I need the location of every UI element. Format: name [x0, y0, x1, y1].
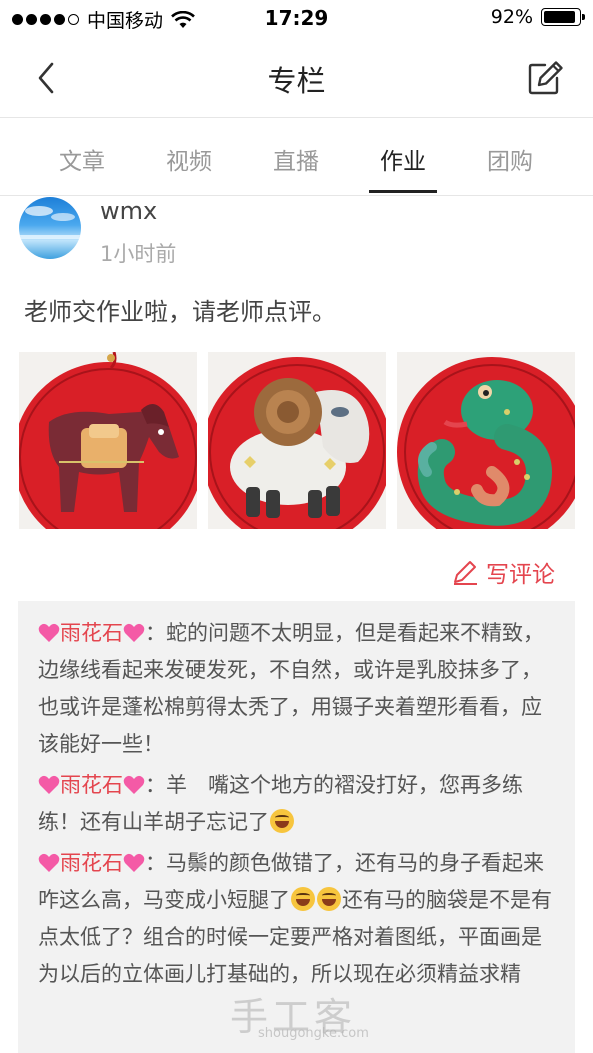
tab-live[interactable]: 直播 [256, 142, 336, 176]
active-tab-indicator [369, 190, 437, 193]
heart-icon [38, 623, 60, 642]
heart-icon [38, 853, 60, 872]
laughing-emoji-icon [317, 887, 341, 911]
tab-group-buy[interactable]: 团购 [470, 142, 550, 176]
laughing-emoji-icon [270, 809, 294, 833]
edit-icon[interactable] [527, 58, 565, 96]
status-right: 92% [490, 6, 585, 28]
write-comment-label: 写评论 [486, 562, 555, 588]
tab-articles[interactable]: 文章 [42, 142, 122, 176]
post-image-sheep[interactable] [208, 352, 386, 529]
comment-item: 雨花石 ：蛇的问题不太明显，但是看起来不精致，边缘线看起来发硬发死，不自然，或许是… [38, 615, 557, 763]
tab-homework[interactable]: 作业 [363, 142, 443, 176]
watermark-url: shougongke.com [258, 1026, 369, 1041]
tab-videos[interactable]: 视频 [149, 142, 229, 176]
comment-author[interactable]: 雨花石 [60, 851, 123, 875]
heart-icon [123, 853, 145, 872]
comment-author[interactable]: 雨花石 [60, 773, 123, 797]
heart-icon [123, 775, 145, 794]
post-text: 老师交作业啦，请老师点评。 [24, 298, 336, 326]
pencil-icon [454, 561, 477, 585]
category-tabs: 文章 视频 直播 作业 团购 [0, 118, 593, 196]
battery-icon [541, 8, 585, 26]
post-image-snake[interactable] [397, 352, 575, 529]
laughing-emoji-icon [291, 887, 315, 911]
username[interactable]: wmx [100, 197, 157, 225]
page-title: 专栏 [267, 64, 326, 98]
comment-author[interactable]: 雨花石 [60, 621, 123, 645]
heart-icon [38, 775, 60, 794]
nav-bar: 专栏 [0, 38, 593, 118]
battery-percent: 92% [490, 6, 533, 28]
status-bar: 中国移动 17:29 92% [0, 0, 593, 38]
comment-item: 雨花石 ：羊 嘴这个地方的褶没打好，您再多练练！还有山羊胡子忘记了 [38, 767, 557, 841]
comment-item: 雨花石 ：马鬃的颜色做错了，还有马的身子看起来咋这么高，马变成小短腿了 还有马的脑袋… [38, 845, 557, 993]
post-image-horse[interactable] [19, 352, 197, 529]
post-time: 1小时前 [100, 242, 177, 266]
heart-icon [123, 623, 145, 642]
write-comment-button[interactable]: 写评论 [452, 555, 555, 589]
avatar[interactable] [19, 197, 81, 259]
